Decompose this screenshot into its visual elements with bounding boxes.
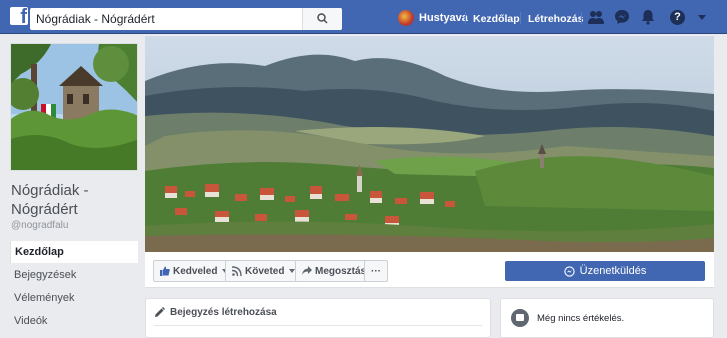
share-button-label: Megosztás — [315, 265, 367, 277]
cover-photo-image — [145, 36, 714, 252]
like-button-label: Kedveled — [173, 265, 218, 277]
cover-photo[interactable] — [145, 36, 714, 252]
reviews-card: Még nincs értékelés. — [500, 298, 714, 338]
create-post-title: Bejegyzés létrehozása — [170, 307, 277, 318]
account-menu-icon[interactable] — [698, 15, 706, 20]
share-arrow-icon — [302, 266, 312, 276]
share-button[interactable]: Megosztás — [295, 260, 374, 282]
left-nav-item-reviews[interactable]: Vélemények — [10, 287, 138, 309]
search-icon — [317, 13, 328, 24]
search-button[interactable] — [302, 8, 342, 30]
friends-icon[interactable] — [588, 9, 604, 25]
follow-button-label: Követed — [245, 265, 285, 277]
profile-link[interactable]: Hustyava — [398, 9, 468, 27]
review-icon — [511, 309, 529, 327]
left-nav-item-videos[interactable]: Videók — [10, 310, 138, 332]
send-message-label: Üzenetküldés — [579, 265, 647, 277]
thumbs-up-icon — [160, 266, 170, 276]
top-navigation-bar: f Hustyava Kezdőlap Létrehozás ? — [0, 0, 727, 34]
user-name: Hustyava — [419, 12, 468, 24]
divider — [465, 12, 466, 24]
help-icon[interactable]: ? — [670, 10, 685, 25]
notifications-icon[interactable] — [640, 9, 656, 25]
pencil-icon — [155, 307, 165, 317]
create-link[interactable]: Létrehozás — [528, 13, 583, 25]
facebook-logo-icon[interactable]: f — [10, 7, 28, 25]
divider — [581, 12, 582, 24]
reviews-empty-text: Még nincs értékelés. — [537, 313, 625, 324]
messenger-icon — [564, 265, 575, 277]
divider — [154, 325, 482, 326]
search-box — [30, 8, 342, 30]
like-button[interactable]: Kedveled — [153, 260, 236, 282]
follow-button[interactable]: Követed — [225, 260, 303, 282]
create-post-card[interactable]: Bejegyzés létrehozása — [145, 298, 491, 338]
send-message-button[interactable]: Üzenetküldés — [505, 261, 705, 281]
rss-icon — [232, 266, 242, 276]
left-navigation: Kezdőlap Bejegyzések Vélemények Videók — [10, 241, 138, 333]
search-input[interactable] — [30, 8, 312, 30]
divider — [520, 12, 521, 24]
page-title: Nógrádiak - Nógrádért — [11, 182, 89, 218]
more-options-button[interactable]: ··· — [364, 260, 388, 282]
messenger-icon[interactable] — [614, 9, 630, 25]
left-nav-item-home[interactable]: Kezdőlap — [10, 241, 138, 263]
home-link[interactable]: Kezdőlap — [473, 13, 520, 25]
left-nav-item-posts[interactable]: Bejegyzések — [10, 264, 138, 286]
page-username[interactable]: @nogradfalu — [11, 220, 68, 231]
profile-photo-image — [11, 44, 137, 170]
page-profile-picture[interactable] — [10, 43, 138, 171]
more-icon: ··· — [371, 265, 381, 277]
avatar — [398, 10, 414, 26]
